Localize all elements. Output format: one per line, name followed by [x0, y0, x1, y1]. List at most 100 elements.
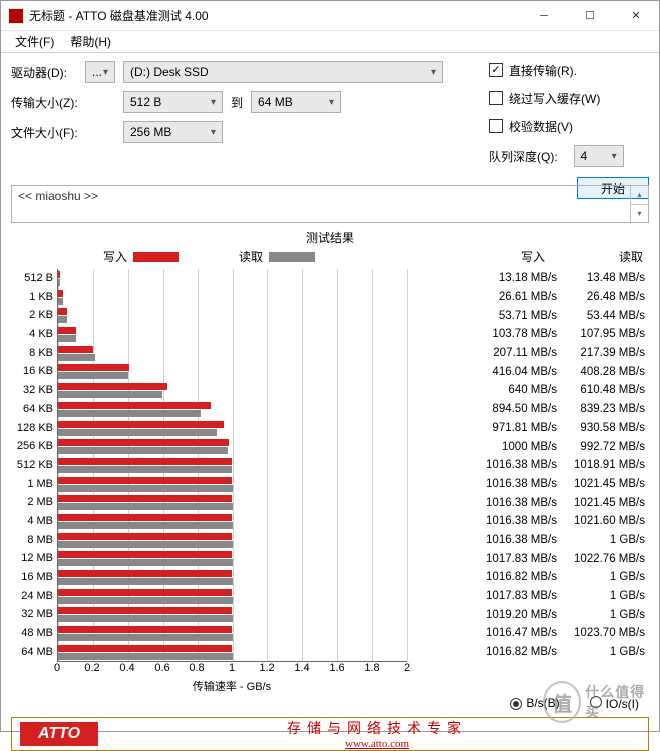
radio-ios-icon[interactable] [590, 696, 602, 708]
min-size-combo[interactable]: 512 B [123, 91, 223, 113]
bar-row [58, 325, 407, 344]
write-bar [58, 439, 229, 446]
y-tick-label: 32 KB [11, 381, 53, 400]
col-write: 写入 [467, 248, 545, 265]
verify-label: 校验数据(V) [509, 118, 573, 135]
read-bar [58, 466, 232, 473]
radio-bs[interactable]: B/s(B) [510, 696, 559, 711]
write-bar [58, 290, 63, 297]
value-row: 416.04 MB/s408.28 MB/s [407, 362, 649, 381]
menu-help[interactable]: 帮助(H) [62, 33, 119, 50]
description-box[interactable]: << miaoshu >> ▴ ▾ [11, 185, 649, 223]
bar-row [58, 288, 407, 307]
bar-row [58, 549, 407, 568]
value-row: 13.18 MB/s13.48 MB/s [407, 269, 649, 288]
write-bar [58, 383, 167, 390]
value-row: 207.11 MB/s217.39 MB/s [407, 344, 649, 363]
value-row: 1000 MB/s992.72 MB/s [407, 437, 649, 456]
y-axis-labels: 512 B1 KB2 KB4 KB8 KB16 KB32 KB64 KB128 … [11, 269, 57, 662]
spin-up-icon[interactable]: ▴ [631, 186, 648, 205]
y-tick-label: 64 KB [11, 400, 53, 419]
y-tick-label: 1 MB [11, 475, 53, 494]
read-value: 107.95 MB/s [567, 328, 645, 340]
bar-row [58, 400, 407, 419]
x-tick-label: 1.2 [259, 662, 274, 674]
write-bar [58, 271, 60, 278]
value-columns: 13.18 MB/s13.48 MB/s26.61 MB/s26.48 MB/s… [407, 269, 649, 662]
write-bar [58, 533, 232, 540]
verify-checkbox[interactable] [489, 119, 503, 133]
queue-depth-combo[interactable]: 4 [574, 145, 624, 167]
write-bar [58, 327, 76, 334]
direct-io-row[interactable]: 直接传输(R). [489, 61, 649, 79]
read-value: 408.28 MB/s [567, 366, 645, 378]
value-row: 1016.82 MB/s1 GB/s [407, 643, 649, 662]
y-tick-label: 48 MB [11, 624, 53, 643]
read-value: 1 GB/s [567, 609, 645, 621]
minimize-button[interactable]: ─ [521, 1, 567, 30]
x-tick-label: 2 [404, 662, 410, 674]
y-tick-label: 2 MB [11, 493, 53, 512]
y-tick-label: 32 MB [11, 605, 53, 624]
atto-logo: ATTO [20, 722, 98, 746]
read-value: 26.48 MB/s [567, 291, 645, 303]
y-tick-label: 512 B [11, 269, 53, 288]
bypass-cache-checkbox[interactable] [489, 91, 503, 105]
radio-bs-icon[interactable] [510, 698, 522, 710]
description-spinner[interactable]: ▴ ▾ [630, 186, 648, 222]
write-value: 1016.38 MB/s [479, 534, 557, 546]
value-row: 1019.20 MB/s1 GB/s [407, 605, 649, 624]
spin-down-icon[interactable]: ▾ [631, 205, 648, 223]
read-bar [58, 578, 233, 585]
read-bar [58, 541, 233, 548]
radio-ios[interactable]: IO/s(I) [590, 696, 639, 711]
write-value: 207.11 MB/s [479, 347, 557, 359]
read-value: 1 GB/s [567, 646, 645, 658]
close-button[interactable]: ✕ [613, 1, 659, 30]
drive-combo[interactable]: (D:) Desk SSD [123, 61, 443, 83]
write-bar [58, 495, 232, 502]
write-bar [58, 402, 211, 409]
write-bar [58, 421, 224, 428]
write-value: 1016.38 MB/s [479, 497, 557, 509]
read-value: 1023.70 MB/s [567, 627, 645, 639]
x-tick-label: 1.4 [294, 662, 309, 674]
bar-row [58, 456, 407, 475]
bar-row [58, 624, 407, 643]
footer-line2[interactable]: www.atto.com [106, 738, 648, 750]
write-bar [58, 607, 232, 614]
x-axis-labels: 00.20.40.60.811.21.41.61.82 [57, 662, 407, 678]
y-tick-label: 512 KB [11, 456, 53, 475]
read-bar [58, 391, 162, 398]
bar-row [58, 381, 407, 400]
bypass-cache-label: 绕过写入缓存(W) [509, 90, 600, 107]
x-tick-label: 1.8 [364, 662, 379, 674]
verify-row[interactable]: 校验数据(V) [489, 117, 649, 135]
bar-plot [57, 269, 407, 662]
y-tick-label: 16 KB [11, 362, 53, 381]
bar-row [58, 493, 407, 512]
write-value: 1017.83 MB/s [479, 590, 557, 602]
data-header: 写入 读取 [407, 248, 649, 265]
bypass-cache-row[interactable]: 绕过写入缓存(W) [489, 89, 649, 107]
read-value: 992.72 MB/s [567, 441, 645, 453]
write-bar [58, 626, 232, 633]
y-tick-label: 256 KB [11, 437, 53, 456]
value-row: 26.61 MB/s26.48 MB/s [407, 288, 649, 307]
footer-line1: 存储与网络技术专家 [106, 718, 648, 738]
window-title: 无标题 - ATTO 磁盘基准测试 4.00 [29, 7, 521, 24]
footer-text: 存储与网络技术专家 www.atto.com [106, 718, 648, 750]
value-row: 971.81 MB/s930.58 MB/s [407, 419, 649, 438]
file-size-combo[interactable]: 256 MB [123, 121, 223, 143]
write-bar [58, 477, 232, 484]
window-buttons: ─ ☐ ✕ [521, 1, 659, 30]
bar-row [58, 605, 407, 624]
queue-depth-label: 队列深度(Q): [489, 148, 558, 165]
value-row: 1016.47 MB/s1023.70 MB/s [407, 624, 649, 643]
direct-io-checkbox[interactable] [489, 63, 503, 77]
read-bar [58, 279, 60, 286]
max-size-combo[interactable]: 64 MB [251, 91, 341, 113]
maximize-button[interactable]: ☐ [567, 1, 613, 30]
menu-file[interactable]: 文件(F) [7, 33, 62, 50]
drive-browse-combo[interactable]: ... [85, 61, 115, 83]
